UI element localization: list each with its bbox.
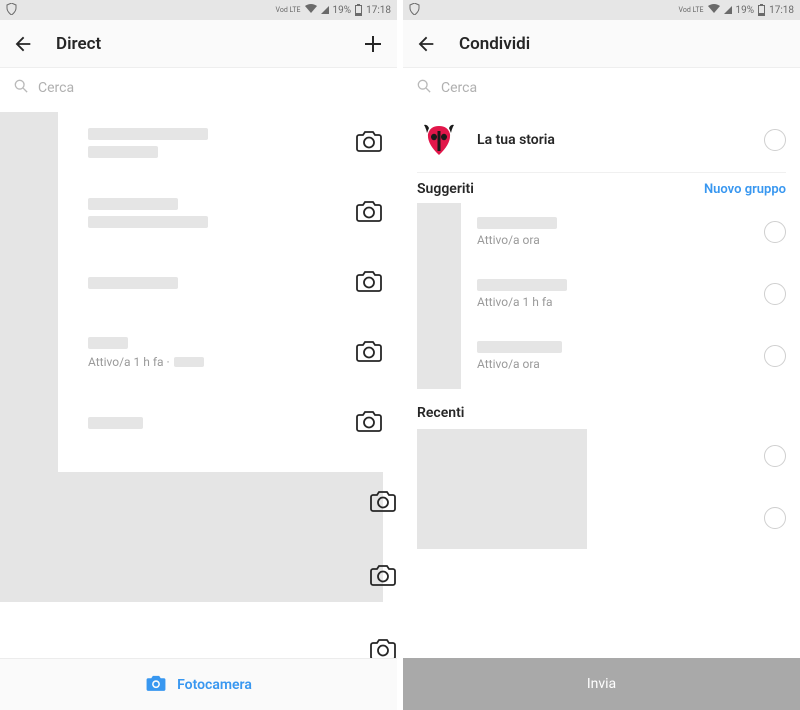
suggested-title: Suggeriti [417,181,704,197]
clock: 17:18 [366,5,391,16]
share-screen: Vod LTE 19% 17:18 Condividi Cerca [403,0,800,710]
camera-button[interactable] [369,636,397,658]
page-title: Condividi [459,34,788,54]
suggested-header: Suggeriti Nuovo gruppo [417,173,786,201]
new-group-link[interactable]: Nuovo gruppo [704,182,786,197]
share-target-row[interactable]: Attivo/a ora [477,325,786,387]
user-status: Attivo/a 1 h fa [477,295,764,309]
avatar-placeholder [417,429,587,549]
header: Direct [0,20,397,68]
send-button[interactable]: Invia [403,658,800,710]
camera-footer-button[interactable]: Fotocamera [0,658,397,710]
camera-button[interactable] [355,408,383,438]
avatar [417,118,461,162]
wifi-icon [305,4,317,16]
recent-title: Recenti [417,405,786,421]
camera-button[interactable] [355,198,383,228]
avatar-placeholder [417,203,461,389]
camera-button[interactable] [355,268,383,298]
select-radio[interactable] [764,221,786,243]
user-status: Attivo/a ora [477,357,764,371]
battery-percent: 19% [736,5,755,16]
recent-list [417,425,786,549]
header: Condividi [403,20,800,68]
user-status: Attivo/a ora [477,233,764,247]
share-target-row[interactable]: Attivo/a ora [477,201,786,263]
direct-thread[interactable] [88,388,383,458]
direct-thread[interactable] [88,248,383,318]
thread-name-redacted [88,337,128,349]
wifi-icon [708,4,720,16]
thread-preview-redacted [88,216,208,228]
direct-list: Attivo/a 1 h fa · [0,108,397,658]
shield-icon [6,3,17,18]
thread-preview-redacted [174,357,204,367]
camera-filled-icon [145,673,167,697]
viking-avatar-icon [421,122,457,158]
battery-icon [758,5,765,16]
direct-thread[interactable]: Attivo/a 1 h fa · [88,318,383,388]
network-label: Vod LTE [276,7,301,14]
status-bar: Vod LTE 19% 17:18 [403,0,800,20]
share-target-row[interactable]: Attivo/a 1 h fa [477,263,786,325]
back-arrow-icon[interactable] [415,33,437,55]
direct-thread[interactable] [88,178,383,248]
battery-percent: 19% [333,5,352,16]
send-button-label: Invia [587,676,616,692]
username-redacted [477,217,557,229]
username-redacted [477,341,562,353]
signal-icon [321,6,329,14]
recent-header: Recenti [417,391,786,425]
shield-icon [409,3,420,18]
select-radio[interactable] [764,445,786,467]
search-placeholder: Cerca [441,80,477,96]
search-input[interactable]: Cerca [0,68,397,108]
suggested-list: Attivo/a ora Attivo/a 1 h fa Attivo/a or… [417,201,786,391]
your-story-label: La tua storia [477,132,764,148]
back-arrow-icon[interactable] [12,33,34,55]
signal-icon [724,6,732,14]
direct-screen: Vod LTE 19% 17:18 Direct Cerca [0,0,397,710]
status-bar: Vod LTE 19% 17:18 [0,0,397,20]
clock: 17:18 [769,5,794,16]
thread-preview-redacted [88,146,158,158]
select-radio[interactable] [764,129,786,151]
select-radio[interactable] [764,345,786,367]
username-redacted [477,279,567,291]
large-card-placeholder[interactable] [0,472,383,602]
search-input[interactable]: Cerca [403,68,800,108]
thread-name-redacted [88,277,178,289]
thread-name-redacted [88,198,178,210]
thread-status: Attivo/a 1 h fa · [88,355,170,369]
search-icon [14,79,28,97]
search-icon [417,79,431,97]
camera-button[interactable] [369,488,397,518]
new-message-button[interactable] [361,32,385,56]
your-story-row[interactable]: La tua storia [417,108,786,173]
thread-name-redacted [88,128,208,140]
battery-icon [355,5,362,16]
camera-button[interactable] [355,128,383,158]
camera-footer-label: Fotocamera [177,677,252,693]
page-title: Direct [56,34,361,54]
camera-button[interactable] [355,338,383,368]
share-list: La tua storia Suggeriti Nuovo gruppo Att… [403,108,800,658]
search-placeholder: Cerca [38,80,74,96]
network-label: Vod LTE [679,7,704,14]
select-radio[interactable] [764,283,786,305]
camera-button[interactable] [369,562,397,592]
select-radio[interactable] [764,507,786,529]
thread-name-redacted [88,417,143,429]
direct-thread[interactable] [88,108,383,178]
